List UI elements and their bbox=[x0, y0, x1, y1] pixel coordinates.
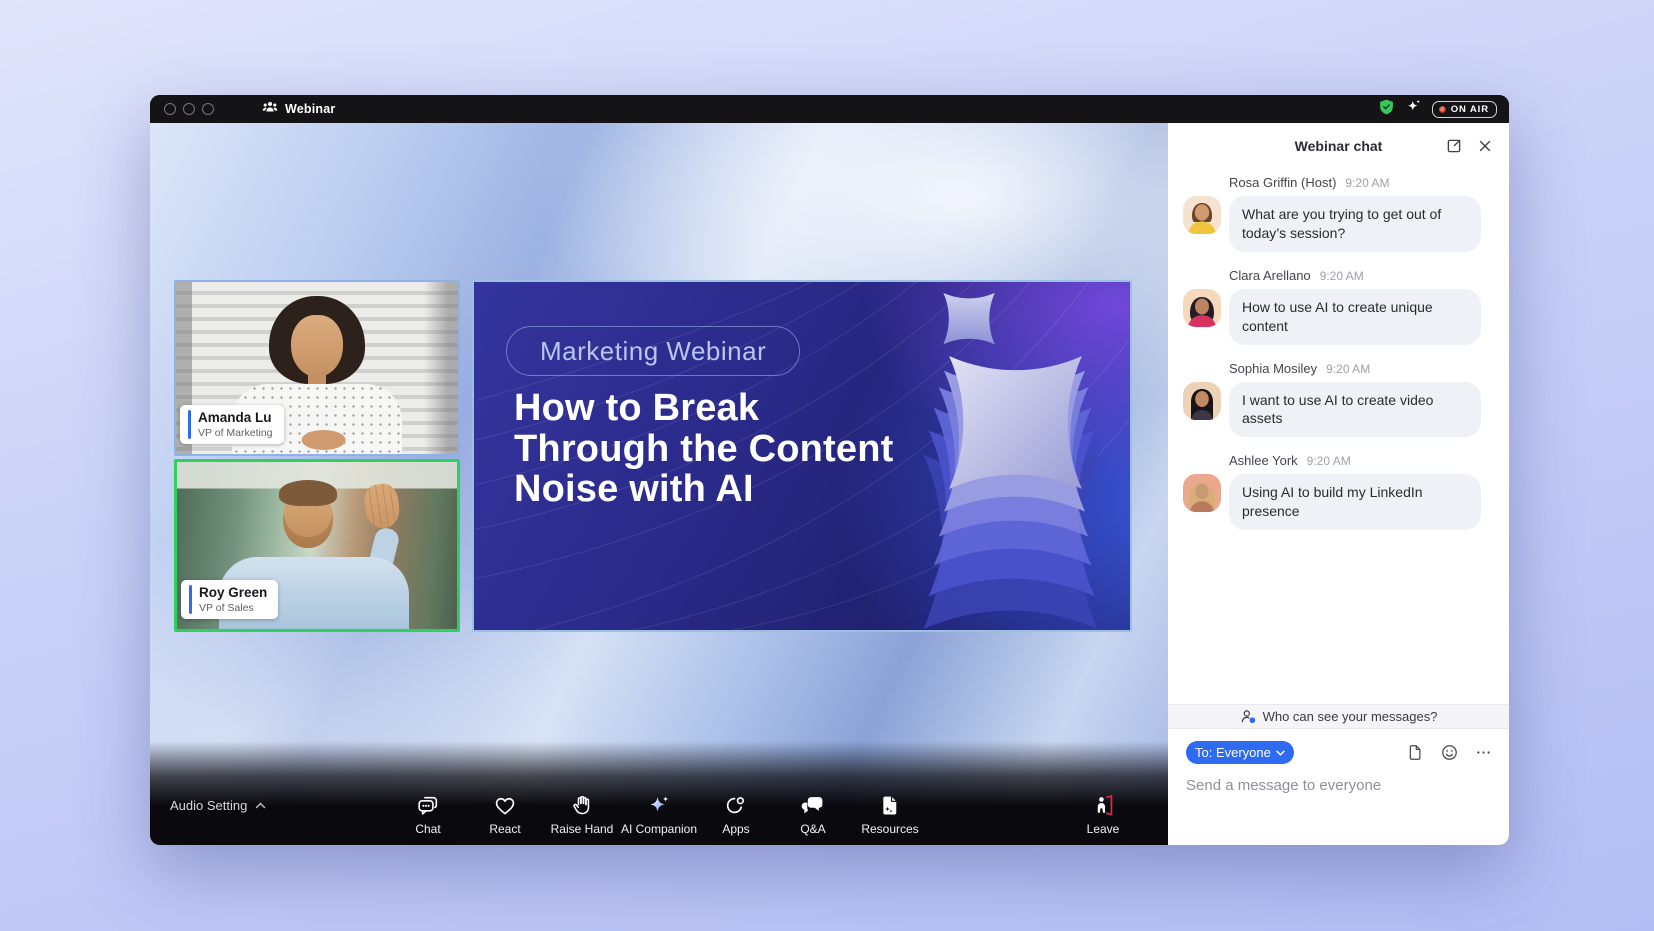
message-time: 9:20 AM bbox=[1326, 362, 1370, 376]
audio-setting-button[interactable]: Audio Setting bbox=[170, 798, 266, 813]
chat-panel: Webinar chat Rosa Griffin (Host) 9:20 A bbox=[1168, 123, 1509, 845]
chat-button[interactable]: Chat bbox=[390, 792, 467, 836]
chevron-down-icon bbox=[1276, 750, 1285, 756]
meeting-toolbar: Audio Setting bbox=[150, 741, 1168, 845]
avatar bbox=[1183, 196, 1221, 234]
chat-message: Ashlee York 9:20 AM Using AI t bbox=[1183, 453, 1491, 530]
file-icon[interactable] bbox=[1406, 743, 1425, 762]
audio-setting-label: Audio Setting bbox=[170, 798, 247, 813]
emoji-icon[interactable] bbox=[1440, 743, 1459, 762]
qa-button[interactable]: Q&A bbox=[775, 792, 852, 836]
shield-check-icon[interactable] bbox=[1378, 98, 1395, 121]
video-tile-roy[interactable]: Roy Green VP of Sales bbox=[174, 459, 460, 632]
qa-icon bbox=[801, 792, 826, 818]
apps-icon bbox=[724, 792, 749, 818]
privacy-person-icon bbox=[1240, 708, 1257, 725]
resources-icon bbox=[878, 792, 903, 818]
speaker-name: Amanda Lu bbox=[198, 410, 273, 426]
participants-icon bbox=[262, 100, 278, 119]
window-controls bbox=[160, 103, 214, 115]
toolbar-buttons: Chat React bbox=[390, 792, 929, 836]
apps-button[interactable]: Apps bbox=[698, 792, 775, 836]
speaker-title: VP of Sales bbox=[199, 602, 267, 614]
compose-area: To: Everyone bbox=[1168, 729, 1509, 845]
stage: Amanda Lu VP of Marketing Roy Green VP o… bbox=[150, 123, 1168, 845]
on-air-badge: ON AIR bbox=[1432, 101, 1497, 118]
raise-hand-button[interactable]: Raise Hand bbox=[544, 792, 621, 836]
chat-icon bbox=[416, 792, 441, 818]
message-time: 9:20 AM bbox=[1320, 269, 1364, 283]
speaker-title: VP of Marketing bbox=[198, 427, 273, 439]
close-icon[interactable] bbox=[1476, 137, 1494, 155]
nameplate-amanda: Amanda Lu VP of Marketing bbox=[180, 405, 284, 444]
window-title: Webinar bbox=[285, 102, 336, 116]
message-author: Rosa Griffin (Host) bbox=[1229, 175, 1336, 190]
video-tile-amanda[interactable]: Amanda Lu VP of Marketing bbox=[174, 280, 460, 456]
privacy-note[interactable]: Who can see your messages? bbox=[1168, 704, 1509, 729]
chat-message: Clara Arellano 9:20 AM How to bbox=[1183, 268, 1491, 345]
chevron-up-icon bbox=[255, 802, 266, 809]
ai-companion-icon bbox=[647, 792, 672, 818]
nameplate-accent-bar bbox=[188, 410, 191, 439]
to-everyone-selector[interactable]: To: Everyone bbox=[1186, 741, 1294, 764]
leave-icon bbox=[1091, 792, 1116, 818]
chat-message-input[interactable] bbox=[1186, 777, 1493, 794]
more-icon[interactable] bbox=[1474, 743, 1493, 762]
titlebar: Webinar ON AIR bbox=[150, 95, 1509, 123]
on-air-dot-icon bbox=[1439, 106, 1446, 113]
chat-message-list[interactable]: Rosa Griffin (Host) 9:20 AM Wh bbox=[1168, 169, 1509, 704]
nameplate-accent-bar bbox=[189, 585, 192, 614]
avatar bbox=[1183, 382, 1221, 420]
chat-message: Sophia Mosiley 9:20 AM I want bbox=[1183, 361, 1491, 438]
message-bubble: Using AI to build my LinkedIn presence bbox=[1229, 474, 1481, 530]
chat-message: Rosa Griffin (Host) 9:20 AM Wh bbox=[1183, 175, 1491, 252]
react-button[interactable]: React bbox=[467, 792, 544, 836]
window-minimize-button[interactable] bbox=[183, 103, 195, 115]
resources-button[interactable]: Resources bbox=[852, 792, 929, 836]
chat-header: Webinar chat bbox=[1168, 123, 1509, 169]
leave-button[interactable]: Leave bbox=[1064, 792, 1142, 836]
message-bubble: How to use AI to create unique content bbox=[1229, 289, 1481, 345]
window-title-group: Webinar bbox=[262, 100, 336, 119]
window-zoom-button[interactable] bbox=[202, 103, 214, 115]
message-author: Sophia Mosiley bbox=[1229, 361, 1317, 376]
slide-badge: Marketing Webinar bbox=[506, 326, 800, 376]
raise-hand-icon bbox=[570, 792, 595, 818]
chat-title: Webinar chat bbox=[1295, 138, 1383, 154]
sparkle-icon[interactable] bbox=[1405, 98, 1422, 120]
pop-out-icon[interactable] bbox=[1445, 137, 1463, 155]
message-author: Clara Arellano bbox=[1229, 268, 1311, 283]
avatar bbox=[1183, 474, 1221, 512]
message-bubble: I want to use AI to create video assets bbox=[1229, 382, 1481, 438]
window-close-button[interactable] bbox=[164, 103, 176, 115]
message-time: 9:20 AM bbox=[1307, 454, 1351, 468]
nameplate-roy: Roy Green VP of Sales bbox=[181, 580, 278, 619]
heart-icon bbox=[493, 792, 518, 818]
chat-footer: Who can see your messages? To: Everyone bbox=[1168, 704, 1509, 845]
message-author: Ashlee York bbox=[1229, 453, 1298, 468]
message-bubble: What are you trying to get out of today’… bbox=[1229, 196, 1481, 252]
ai-companion-button[interactable]: AI Companion bbox=[621, 792, 698, 836]
slide-heading: How to Break Through the Content Noise w… bbox=[514, 388, 894, 510]
avatar bbox=[1183, 289, 1221, 327]
webinar-window: Webinar ON AIR bbox=[150, 95, 1509, 845]
speaker-name: Roy Green bbox=[199, 585, 267, 601]
message-time: 9:20 AM bbox=[1345, 176, 1389, 190]
shared-slide: Marketing Webinar How to Break Through t… bbox=[472, 280, 1132, 632]
